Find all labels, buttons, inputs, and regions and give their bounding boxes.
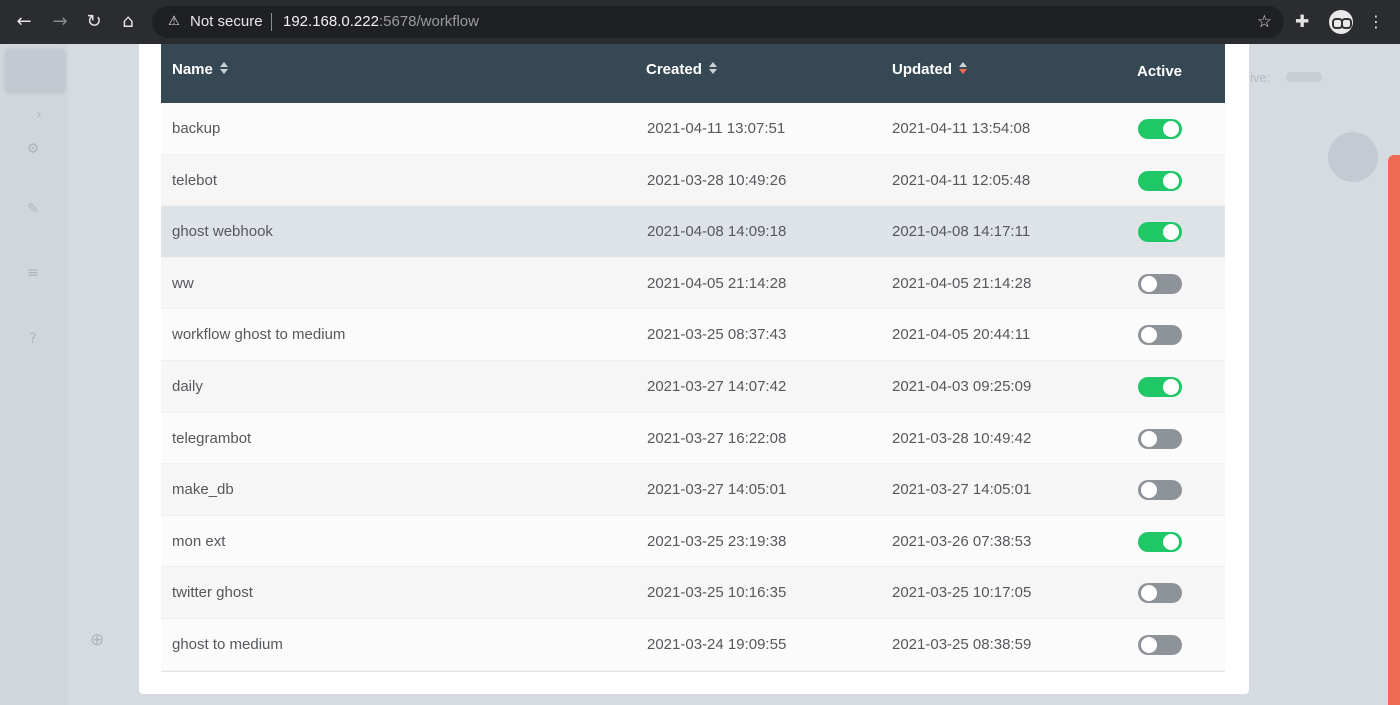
- table-row[interactable]: ghost to medium 2021-03-24 19:09:55 2021-0…: [161, 618, 1225, 671]
- sort-icon[interactable]: [219, 62, 228, 75]
- sidebar-workflows-icon[interactable]: ⚙: [25, 142, 41, 156]
- table-bottom-border: [161, 670, 1225, 672]
- sidebar-help-icon[interactable]: ?: [25, 332, 41, 346]
- open-workflow-dialog: Name Created Updated Active backup 2021-0…: [139, 44, 1249, 694]
- workflow-name: workflow ghost to medium: [172, 326, 346, 344]
- column-header-active: Active: [1137, 46, 1182, 105]
- workflow-table: Name Created Updated Active backup 2021-0…: [161, 44, 1225, 672]
- url-host: 192.168.0.222: [283, 13, 379, 30]
- active-toggle[interactable]: [1138, 325, 1182, 346]
- active-toggle[interactable]: [1138, 634, 1182, 655]
- table-header: Name Created Updated Active: [161, 44, 1225, 103]
- security-label[interactable]: Not secure: [190, 14, 263, 30]
- workflow-name: twitter ghost: [172, 584, 253, 602]
- created-date: 2021-03-24 19:09:55: [647, 635, 787, 653]
- created-date: 2021-03-25 23:19:38: [647, 532, 787, 550]
- updated-date: 2021-04-05 20:44:11: [892, 326, 1031, 344]
- active-toggle[interactable]: [1138, 222, 1182, 243]
- app-logo: [4, 48, 66, 94]
- updated-date: 2021-04-05 21:14:28: [892, 274, 1032, 292]
- column-header-label: Name: [172, 61, 213, 78]
- column-header-updated[interactable]: Updated: [892, 44, 967, 103]
- sidebar-credentials-icon[interactable]: ✎: [25, 202, 41, 216]
- table-row[interactable]: ww 2021-04-05 21:14:28 2021-04-05 21:14:28: [161, 257, 1225, 310]
- active-toggle[interactable]: [1138, 428, 1182, 449]
- browser-toolbar: ← → ↻ ⌂ ⚠ Not secure 192.168.0.222:5678/…: [0, 0, 1400, 44]
- active-toggle[interactable]: [1138, 480, 1182, 501]
- sidebar-expand-icon[interactable]: ›: [31, 108, 47, 122]
- active-toggle[interactable]: [1138, 376, 1182, 397]
- reload-icon[interactable]: ↻: [83, 11, 105, 33]
- workflow-name: ghost webhook: [172, 223, 273, 241]
- column-header-label: Created: [646, 61, 702, 78]
- created-date: 2021-03-27 14:07:42: [647, 377, 787, 395]
- sidebar-executions-icon[interactable]: ≡: [25, 266, 41, 280]
- updated-date: 2021-03-27 14:05:01: [892, 481, 1032, 499]
- active-toggle[interactable]: [1138, 170, 1182, 191]
- updated-date: 2021-03-25 08:38:59: [892, 635, 1032, 653]
- workflow-name: daily: [172, 377, 203, 395]
- active-label-background: ive:: [1250, 70, 1271, 85]
- updated-date: 2021-03-26 07:38:53: [892, 532, 1032, 550]
- table-row[interactable]: make_db 2021-03-27 14:05:01 2021-03-27 14:…: [161, 464, 1225, 516]
- updated-date: 2021-04-11 13:54:08: [892, 120, 1031, 137]
- column-header-name[interactable]: Name: [172, 44, 228, 103]
- extensions-puzzle-icon[interactable]: ✚: [1295, 11, 1309, 33]
- created-date: 2021-03-27 16:22:08: [647, 429, 787, 447]
- address-separator: [271, 13, 272, 31]
- workflow-name: mon ext: [172, 532, 226, 550]
- workflow-name: backup: [172, 120, 221, 137]
- back-icon[interactable]: ←: [13, 11, 35, 33]
- table-row[interactable]: twitter ghost 2021-03-25 10:16:35 2021-03-…: [161, 567, 1225, 619]
- profile-avatar[interactable]: [1329, 10, 1353, 34]
- column-header-created[interactable]: Created: [646, 44, 717, 103]
- table-row[interactable]: daily 2021-03-27 14:07:42 2021-04-03 09:25…: [161, 360, 1225, 413]
- table-row[interactable]: ghost webhook 2021-04-08 14:09:18 2021-04-…: [161, 206, 1225, 258]
- active-toggle-background: [1286, 72, 1322, 82]
- created-date: 2021-03-25 08:37:43: [647, 326, 787, 344]
- created-date: 2021-04-08 14:09:18: [647, 223, 787, 241]
- updated-date: 2021-04-03 09:25:09: [892, 377, 1032, 395]
- updated-date: 2021-04-11 12:05:48: [892, 171, 1031, 189]
- active-toggle[interactable]: [1138, 583, 1182, 604]
- table-row[interactable]: mon ext 2021-03-25 23:19:38 2021-03-26 07:…: [161, 515, 1225, 568]
- workflow-name: telebot: [172, 171, 218, 189]
- created-date: 2021-04-05 21:14:28: [647, 274, 787, 292]
- workflow-name: make_db: [172, 481, 234, 499]
- updated-date: 2021-03-25 10:17:05: [892, 584, 1032, 602]
- home-icon[interactable]: ⌂: [117, 11, 139, 33]
- active-toggle[interactable]: [1138, 273, 1182, 294]
- scrollbar[interactable]: [1388, 155, 1400, 705]
- table-row[interactable]: workflow ghost to medium 2021-03-25 08:37…: [161, 309, 1225, 361]
- zoom-in-icon[interactable]: ⊕: [90, 630, 104, 650]
- background-node: [1328, 132, 1378, 182]
- forward-icon[interactable]: →: [49, 11, 71, 33]
- browser-menu-icon[interactable]: ⋮: [1368, 11, 1384, 33]
- created-date: 2021-03-27 14:05:01: [647, 481, 787, 499]
- app-sidebar: › ⚙ ✎ ≡ ?: [0, 44, 68, 705]
- workflow-name: telegrambot: [172, 429, 252, 447]
- column-header-label: Active: [1137, 63, 1183, 80]
- workflow-name: ww: [172, 274, 194, 292]
- workflow-name: ghost to medium: [172, 635, 283, 653]
- table-body: backup 2021-04-11 13:07:51 2021-04-11 13:5…: [161, 103, 1225, 671]
- table-row[interactable]: telegrambot 2021-03-27 16:22:08 2021-03-28…: [161, 412, 1225, 465]
- address-bar[interactable]: ⚠ Not secure 192.168.0.222:5678/workflow…: [152, 6, 1284, 38]
- bookmark-star-icon[interactable]: ☆: [1257, 12, 1272, 32]
- table-row[interactable]: telebot 2021-03-28 10:49:26 2021-04-11 12:…: [161, 154, 1225, 207]
- warning-icon[interactable]: ⚠: [166, 14, 182, 30]
- table-row[interactable]: backup 2021-04-11 13:07:51 2021-04-11 13:5…: [161, 103, 1225, 155]
- created-date: 2021-04-11 13:07:51: [647, 120, 786, 137]
- created-date: 2021-03-28 10:49:26: [647, 171, 787, 189]
- updated-date: 2021-04-08 14:17:11: [892, 223, 1031, 241]
- sort-desc-icon[interactable]: [959, 62, 967, 75]
- created-date: 2021-03-25 10:16:35: [647, 584, 787, 602]
- active-toggle[interactable]: [1138, 119, 1182, 139]
- updated-date: 2021-03-28 10:49:42: [892, 429, 1032, 447]
- active-toggle[interactable]: [1138, 531, 1182, 552]
- column-header-label: Updated: [892, 61, 952, 78]
- sort-icon[interactable]: [708, 62, 717, 75]
- url-path: :5678/workflow: [378, 13, 479, 30]
- url-text[interactable]: 192.168.0.222:5678/workflow: [283, 14, 479, 30]
